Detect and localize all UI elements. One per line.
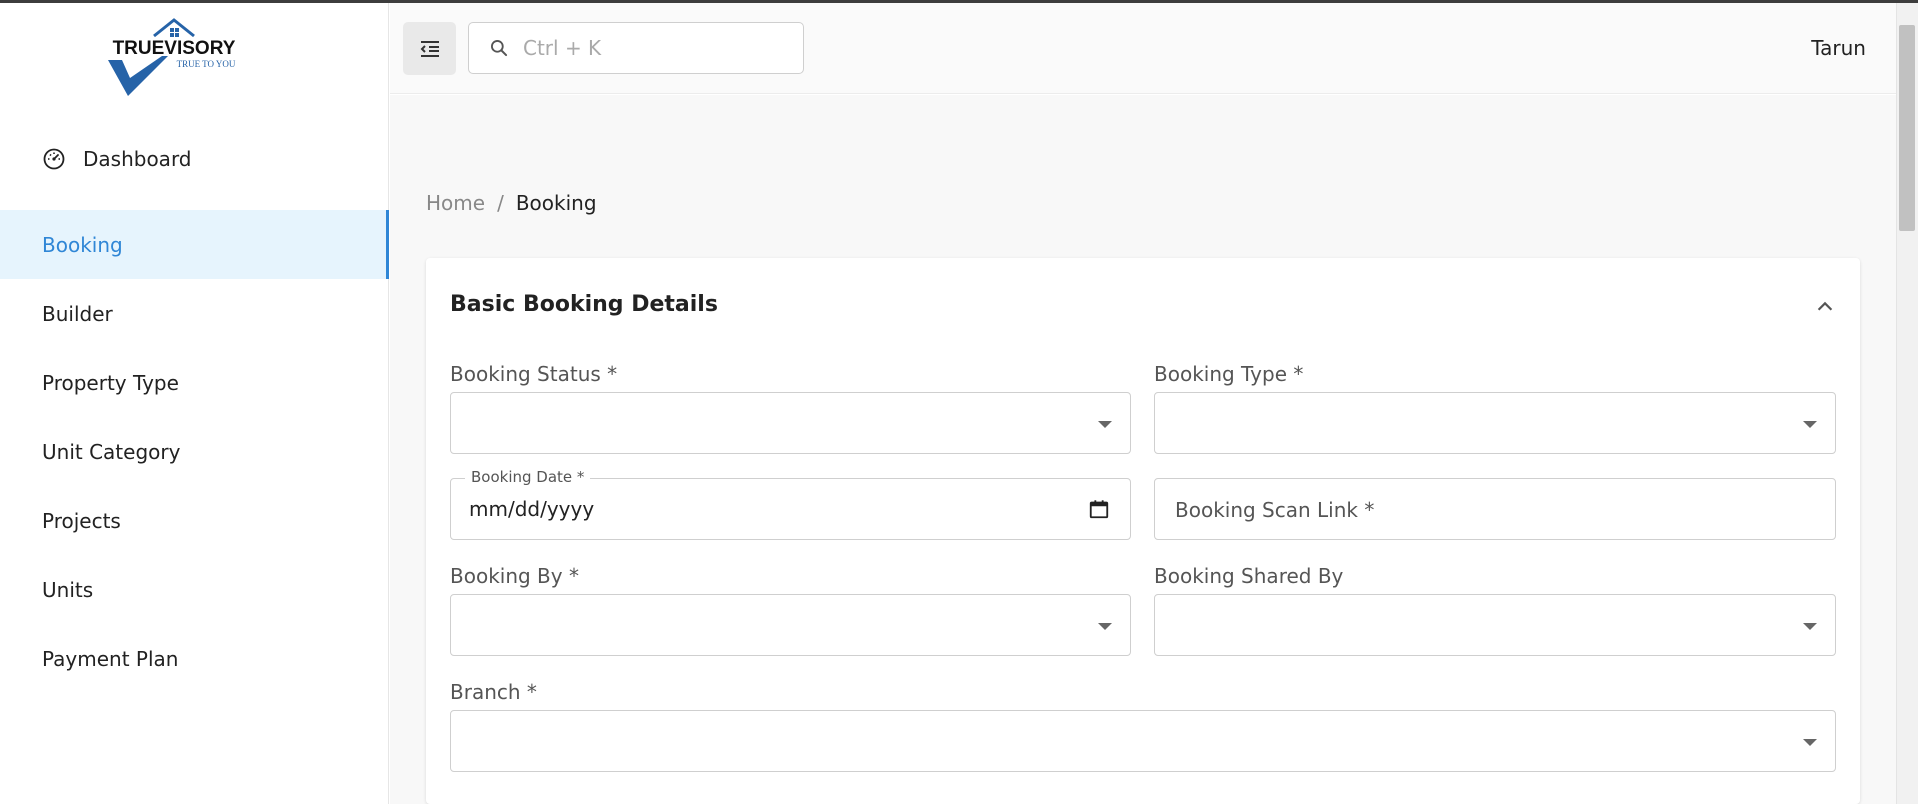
sidebar-toggle-button[interactable] bbox=[403, 22, 456, 75]
booking-by-select[interactable] bbox=[450, 594, 1131, 656]
breadcrumb: Home / Booking bbox=[426, 191, 597, 215]
chevron-up-icon bbox=[1817, 301, 1833, 311]
truevisory-logo[interactable]: TRUEVISORY TRUE TO YOU bbox=[104, 10, 244, 96]
booking-shared-by-label: Booking Shared By bbox=[1154, 564, 1344, 588]
gauge-icon bbox=[43, 148, 65, 170]
booking-status-label: Booking Status * bbox=[450, 362, 618, 386]
sidebar-item-booking[interactable]: Booking bbox=[0, 210, 389, 279]
caret-down-icon bbox=[1803, 623, 1817, 630]
collapse-button[interactable] bbox=[1810, 292, 1840, 322]
booking-date-field[interactable]: Booking Date * mm/dd/yyyy bbox=[450, 468, 1131, 540]
sidebar-item-projects[interactable]: Projects bbox=[0, 486, 389, 555]
sidebar-item-dashboard[interactable]: Dashboard bbox=[0, 133, 389, 185]
svg-text:TRUEVISORY: TRUEVISORY bbox=[113, 38, 236, 59]
search-icon bbox=[491, 40, 508, 57]
basic-booking-details-card: Basic Booking Details Booking Status * B… bbox=[426, 258, 1860, 804]
caret-down-icon bbox=[1803, 739, 1817, 746]
card-title: Basic Booking Details bbox=[450, 292, 718, 317]
calendar-icon[interactable] bbox=[1088, 498, 1110, 520]
sidebar-nav: Booking Builder Property Type Unit Categ… bbox=[0, 210, 389, 693]
scrollbar-thumb[interactable] bbox=[1899, 25, 1915, 231]
sidebar-item-property-type[interactable]: Property Type bbox=[0, 348, 389, 417]
booking-shared-by-select[interactable] bbox=[1154, 594, 1836, 656]
logo-graphic: TRUEVISORY TRUE TO YOU bbox=[108, 18, 236, 96]
booking-by-label: Booking By * bbox=[450, 564, 579, 588]
caret-down-icon bbox=[1803, 421, 1817, 428]
sidebar-item-unit-category[interactable]: Unit Category bbox=[0, 417, 389, 486]
branch-label: Branch * bbox=[450, 680, 537, 704]
user-name[interactable]: Tarun bbox=[1811, 36, 1866, 60]
menu-collapse-icon bbox=[420, 40, 439, 57]
booking-scan-link-placeholder: Booking Scan Link * bbox=[1175, 498, 1375, 522]
main-content: Home / Booking Basic Booking Details Boo… bbox=[390, 95, 1896, 804]
caret-down-icon bbox=[1098, 623, 1112, 630]
booking-scan-link-input[interactable]: Booking Scan Link * bbox=[1154, 478, 1836, 540]
sidebar-item-payment-plan[interactable]: Payment Plan bbox=[0, 624, 389, 693]
breadcrumb-separator: / bbox=[497, 191, 504, 215]
booking-type-select[interactable] bbox=[1154, 392, 1836, 454]
search-box bbox=[468, 22, 804, 74]
booking-date-label: Booking Date * bbox=[465, 468, 591, 486]
booking-type-label: Booking Type * bbox=[1154, 362, 1304, 386]
sidebar-item-builder[interactable]: Builder bbox=[0, 279, 389, 348]
sidebar-item-units[interactable]: Units bbox=[0, 555, 389, 624]
top-header: Tarun bbox=[390, 3, 1896, 94]
breadcrumb-home-link[interactable]: Home bbox=[426, 191, 485, 215]
breadcrumb-current: Booking bbox=[515, 191, 597, 215]
search-input[interactable] bbox=[523, 36, 793, 60]
branch-select[interactable] bbox=[450, 710, 1836, 772]
booking-status-select[interactable] bbox=[450, 392, 1131, 454]
svg-text:TRUE TO YOU: TRUE TO YOU bbox=[177, 59, 236, 69]
booking-date-value: mm/dd/yyyy bbox=[469, 497, 595, 521]
caret-down-icon bbox=[1098, 421, 1112, 428]
sidebar-item-label: Dashboard bbox=[83, 147, 192, 171]
sidebar: TRUEVISORY TRUE TO YOU Dashboard Booking… bbox=[0, 3, 389, 804]
